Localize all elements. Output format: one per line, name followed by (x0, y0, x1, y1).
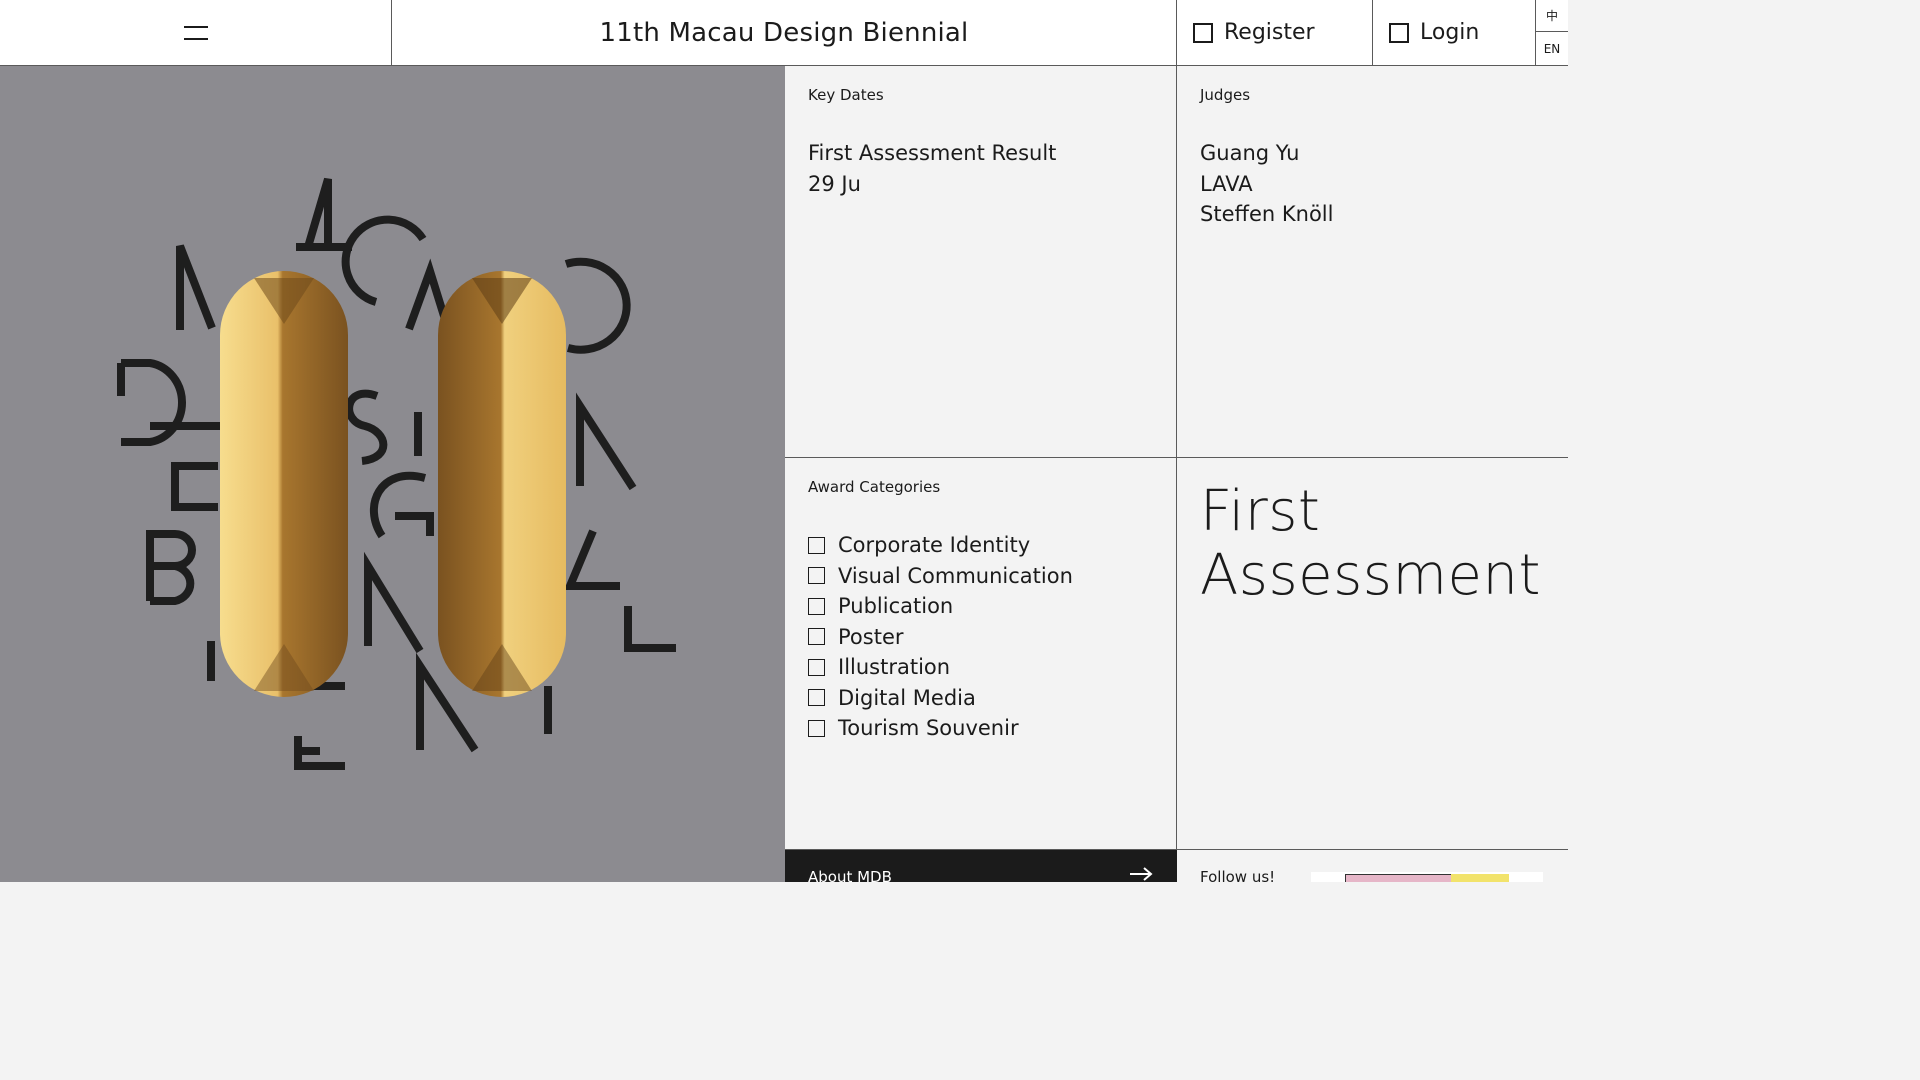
first-assessment-panel[interactable]: First Assessment (1177, 458, 1568, 850)
award-categories-panel: Award Categories Corporate Identity Visu… (785, 458, 1177, 850)
checkbox-icon[interactable] (808, 536, 825, 554)
site-title[interactable]: 11th Macau Design Biennial (392, 0, 1177, 65)
checkbox-icon[interactable] (808, 658, 825, 676)
login-label: Login (1420, 20, 1480, 45)
checkbox-icon[interactable] (808, 628, 825, 646)
menu-button[interactable] (0, 0, 392, 65)
judge-name[interactable]: Steffen Knöll (1200, 199, 1333, 230)
checkbox-icon[interactable] (808, 719, 825, 737)
checkbox-icon[interactable] (808, 597, 825, 615)
about-mdb-link[interactable]: About MDB (785, 850, 1177, 882)
gold-capsules (220, 271, 566, 697)
checkbox-icon (1389, 22, 1409, 43)
register-label: Register (1224, 20, 1315, 45)
category-visual-communication[interactable]: Visual Communication (808, 561, 1073, 592)
headline-line-2: Assessment (1200, 543, 1541, 608)
language-en-button[interactable]: EN (1536, 33, 1568, 65)
category-corporate-identity[interactable]: Corporate Identity (808, 530, 1073, 561)
register-button[interactable]: Register (1177, 0, 1373, 65)
checkbox-icon (1193, 22, 1213, 43)
judges-heading: Judges (1200, 86, 1251, 104)
language-zh-button[interactable]: 中 (1536, 0, 1568, 32)
top-navigation-bar: 11th Macau Design Biennial Register Logi… (0, 0, 1568, 66)
thumbnail-yellow-shape (1451, 874, 1509, 882)
arrow-right-icon (1130, 867, 1153, 881)
category-label: Tourism Souvenir (838, 716, 1019, 740)
social-preview-thumbnail[interactable] (1311, 872, 1543, 882)
category-label: Publication (838, 594, 954, 618)
key-date-event: First Assessment Result (808, 141, 1057, 165)
category-label: Visual Communication (838, 563, 1073, 588)
thumbnail-pink-shape (1345, 874, 1457, 882)
hero-image (0, 66, 785, 882)
category-label: Digital Media (838, 685, 976, 710)
key-dates-heading: Key Dates (808, 86, 884, 104)
checkbox-icon[interactable] (808, 689, 825, 707)
headline-line-1: First (1200, 479, 1321, 544)
follow-us-label: Follow us! (1200, 868, 1276, 882)
judge-name[interactable]: Guang Yu (1200, 138, 1333, 169)
about-mdb-label: About MDB (808, 868, 892, 882)
hamburger-menu-icon (184, 26, 208, 40)
language-switcher: 中 EN (1536, 0, 1568, 65)
category-poster[interactable]: Poster (808, 622, 1073, 653)
category-label: Poster (838, 624, 904, 649)
judges-list: Guang Yu LAVA Steffen Knöll (1200, 138, 1333, 230)
biennial-logo-artwork (117, 177, 676, 770)
category-publication[interactable]: Publication (808, 591, 1073, 622)
key-dates-list: First Assessment Result 29 Ju (808, 138, 1056, 199)
scattered-letters (117, 177, 676, 770)
award-categories-list: Corporate Identity Visual Communication … (808, 530, 1073, 744)
follow-us-section: Follow us! (1177, 850, 1568, 882)
key-dates-panel: Key Dates First Assessment Result 29 Ju (785, 66, 1177, 458)
checkbox-icon[interactable] (808, 567, 825, 585)
login-button[interactable]: Login (1373, 0, 1536, 65)
category-illustration[interactable]: Illustration (808, 652, 1073, 683)
first-assessment-headline: First Assessment (1200, 480, 1541, 608)
award-categories-heading: Award Categories (808, 478, 941, 496)
category-tourism-souvenir[interactable]: Tourism Souvenir (808, 713, 1073, 744)
key-date-value: 29 Ju (808, 171, 861, 196)
category-label: Illustration (838, 655, 951, 679)
judge-name[interactable]: LAVA (1200, 169, 1333, 200)
category-digital-media[interactable]: Digital Media (808, 683, 1073, 714)
judges-panel: Judges Guang Yu LAVA Steffen Knöll (1177, 66, 1568, 458)
category-label: Corporate Identity (838, 533, 1031, 557)
